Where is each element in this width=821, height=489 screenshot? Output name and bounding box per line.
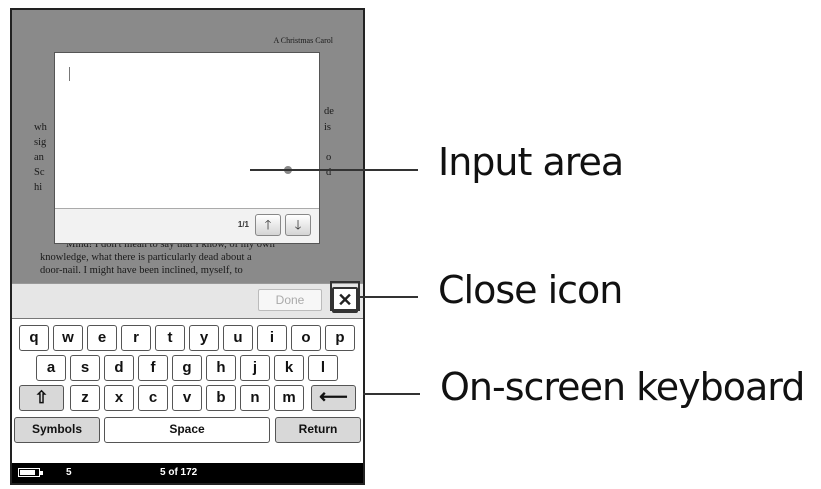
space-key[interactable]: Space [104, 417, 270, 443]
text-fragment: Sc [34, 167, 45, 178]
done-button[interactable]: Done [258, 289, 322, 311]
page-down-button[interactable]: 🡓 [285, 214, 311, 236]
key-k[interactable]: k [274, 355, 304, 381]
close-icon-leader-line [360, 296, 418, 298]
book-title: A Christmas Carol [273, 36, 333, 45]
book-text-line: knowledge, what there is particularly de… [40, 252, 252, 263]
done-bar: Done ✕ [12, 283, 363, 318]
key-a[interactable]: a [36, 355, 66, 381]
close-icon-highlight [330, 281, 360, 311]
status-bar: 5 5 of 172 [12, 463, 363, 483]
text-fragment: o [326, 152, 332, 163]
key-l[interactable]: l [308, 355, 338, 381]
shift-icon: ⇧ [34, 388, 49, 407]
key-r[interactable]: r [121, 325, 151, 351]
return-key[interactable]: Return [275, 417, 361, 443]
shift-key[interactable]: ⇧ [19, 385, 64, 411]
page-indicator: 1/1 [237, 220, 249, 229]
key-x[interactable]: x [104, 385, 134, 411]
key-m[interactable]: m [274, 385, 304, 411]
key-u[interactable]: u [223, 325, 253, 351]
text-fragment: de [324, 106, 334, 117]
text-fragment: hi [34, 182, 43, 193]
arrow-down-icon: 🡓 [294, 217, 302, 232]
text-fragment: sig [34, 137, 47, 148]
key-g[interactable]: g [172, 355, 202, 381]
status-number: 5 [66, 467, 72, 478]
key-o[interactable]: o [291, 325, 321, 351]
key-i[interactable]: i [257, 325, 287, 351]
input-area-leader-line [250, 169, 418, 171]
input-area[interactable]: 1/1 🡑 🡓 [54, 52, 320, 244]
backspace-icon: ⟵ [319, 386, 348, 408]
key-s[interactable]: s [70, 355, 100, 381]
key-v[interactable]: v [172, 385, 202, 411]
text-fragment: wh [34, 122, 47, 133]
keyboard-row-3: ⇧ z x c v b n m ⟵ [19, 385, 359, 411]
reader-device: A Christmas Carol wh sig an Sc hi de is … [10, 8, 365, 485]
key-h[interactable]: h [206, 355, 236, 381]
book-text-line: door-nail. I might have been inclined, m… [40, 265, 243, 276]
text-cursor [69, 67, 70, 81]
key-e[interactable]: e [87, 325, 117, 351]
input-area-footer: 1/1 🡑 🡓 [55, 208, 319, 243]
key-j[interactable]: j [240, 355, 270, 381]
key-d[interactable]: d [104, 355, 134, 381]
key-t[interactable]: t [155, 325, 185, 351]
key-f[interactable]: f [138, 355, 168, 381]
backspace-key[interactable]: ⟵ [311, 385, 356, 411]
key-z[interactable]: z [70, 385, 100, 411]
key-p[interactable]: p [325, 325, 355, 351]
key-b[interactable]: b [206, 385, 236, 411]
key-q[interactable]: q [19, 325, 49, 351]
battery-icon [18, 468, 43, 477]
arrow-up-icon: 🡑 [264, 217, 272, 232]
input-area-label: Input area [438, 140, 624, 184]
key-y[interactable]: y [189, 325, 219, 351]
key-w[interactable]: w [53, 325, 83, 351]
keyboard-label: On-screen keyboard [440, 365, 805, 409]
key-n[interactable]: n [240, 385, 270, 411]
text-fragment: an [34, 152, 44, 163]
keyboard-leader-line [363, 393, 420, 395]
on-screen-keyboard: q w e r t y u i o p a s d f g h j k l ⇧ … [12, 318, 363, 466]
close-icon-label: Close icon [438, 268, 623, 312]
text-fragment: is [324, 122, 332, 133]
key-c[interactable]: c [138, 385, 168, 411]
keyboard-row-4: Symbols Space Return [14, 417, 361, 443]
page-counter: 5 of 172 [160, 467, 198, 478]
page-up-button[interactable]: 🡑 [255, 214, 281, 236]
symbols-key[interactable]: Symbols [14, 417, 100, 443]
